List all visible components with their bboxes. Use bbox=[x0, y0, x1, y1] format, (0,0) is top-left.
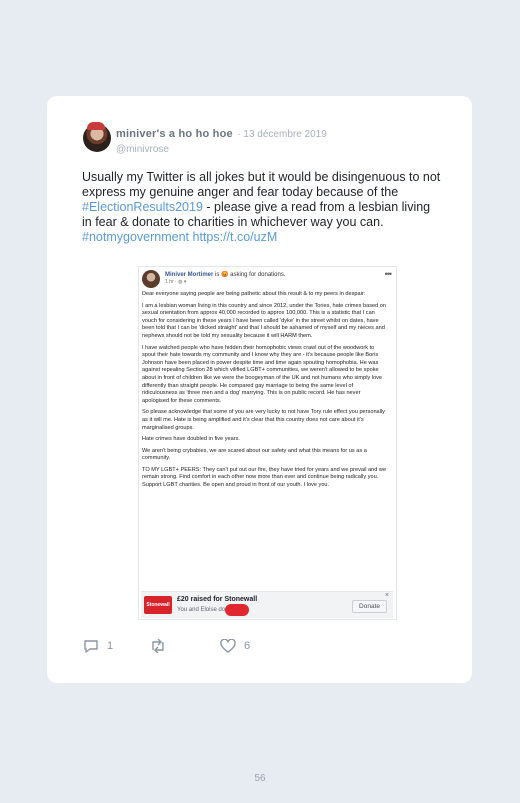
like-action[interactable]: 6 bbox=[220, 639, 250, 653]
fb-status: is 😡 asking for donations. bbox=[215, 272, 286, 278]
fb-paragraph: TO MY LGBT+ PEERS: They can't put out ou… bbox=[142, 466, 387, 489]
fb-paragraph: Hate crimes have doubled in five years. bbox=[142, 436, 240, 443]
reply-icon bbox=[84, 640, 98, 653]
tweet-actions: 1 6 bbox=[83, 639, 443, 659]
hashtag-link[interactable]: #notmygovernment bbox=[82, 230, 189, 244]
fb-avatar bbox=[142, 270, 160, 288]
fb-paragraph: I am a lesbian woman living in this coun… bbox=[142, 302, 386, 339]
retweet-icon bbox=[152, 639, 164, 653]
fb-time: 1 hr · ◍ ▾ bbox=[165, 279, 186, 285]
author-handle[interactable]: @minivrose bbox=[116, 144, 456, 155]
author-avatar[interactable] bbox=[83, 122, 111, 152]
heart-icon bbox=[220, 639, 236, 653]
like-count: 6 bbox=[244, 640, 251, 652]
tweet-date: · 13 décembre 2019 bbox=[237, 129, 327, 140]
fb-paragraph: Dear everyone saying people are being pa… bbox=[142, 291, 366, 297]
donation-title: £20 raised for Stonewall bbox=[177, 596, 258, 603]
url-link[interactable]: https://t.co/uzM bbox=[193, 230, 278, 244]
fb-paragraph: We aren't being crybabies, we are scared… bbox=[142, 447, 367, 462]
author-name[interactable]: miniver's a ho ho hoe bbox=[116, 128, 233, 140]
stonewall-logo: Stonewall bbox=[144, 596, 172, 614]
tweet-text: Usually my Twitter is all jokes but it w… bbox=[82, 170, 442, 245]
tweet-card: miniver's a ho ho hoe · 13 décembre 2019… bbox=[47, 96, 472, 683]
reply-count: 1 bbox=[107, 640, 114, 652]
donation-banner: Stonewall £20 raised for Stonewall You a… bbox=[141, 591, 393, 618]
globe-icon: ◍ ▾ bbox=[178, 279, 187, 285]
fb-post-body: Dear everyone saying people are being pa… bbox=[142, 291, 388, 494]
fb-paragraph: So please acknowledge that some of you a… bbox=[142, 409, 385, 431]
tweet-header: miniver's a ho ho hoe · 13 décembre 2019… bbox=[116, 124, 456, 155]
fb-author: Miniver Mortimer bbox=[165, 272, 214, 278]
close-icon: × bbox=[384, 592, 389, 599]
tweet-text-part1: Usually my Twitter is all jokes but it w… bbox=[82, 170, 441, 199]
more-options-icon: ••• bbox=[384, 269, 393, 279]
redaction-heart-icon bbox=[225, 604, 249, 616]
fb-time-text: 1 hr · bbox=[165, 279, 179, 285]
fb-post-header: Miniver Mortimer is 😡 asking for donatio… bbox=[165, 271, 286, 278]
fb-paragraph: I have watched people who have hidden th… bbox=[142, 344, 383, 404]
embedded-screenshot[interactable]: Miniver Mortimer is 😡 asking for donatio… bbox=[138, 266, 397, 620]
page-number: 56 bbox=[254, 773, 266, 784]
retweet-action[interactable] bbox=[149, 639, 167, 653]
donate-button: Donate bbox=[352, 600, 387, 613]
reply-action[interactable]: 1 bbox=[83, 639, 113, 653]
hashtag-link[interactable]: #ElectionResults2019 bbox=[82, 200, 203, 214]
